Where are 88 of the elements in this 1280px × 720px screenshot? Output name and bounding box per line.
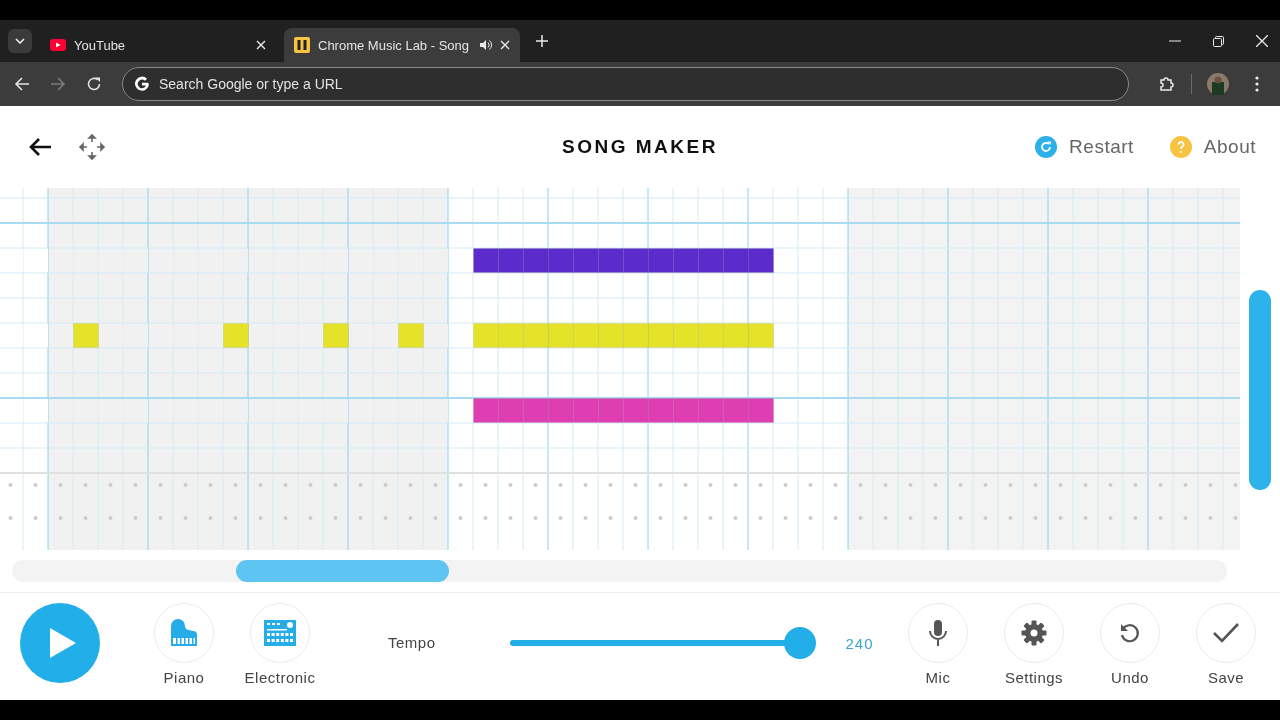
forward-arrow-icon [50,76,66,92]
tab-title: YouTube [74,37,127,53]
note-cell[interactable] [723,323,749,348]
note-cell[interactable] [623,323,649,348]
tempo-value: 240 [845,635,874,652]
address-field[interactable]: Search Google or type a URL [122,67,1129,101]
note-cell[interactable] [748,323,774,348]
note-cell[interactable] [573,323,599,348]
browser-tab[interactable]: YouTube [40,28,276,62]
note-cell[interactable] [523,248,549,273]
note-cell[interactable] [548,323,574,348]
settings-icon [1021,620,1047,646]
close-icon[interactable] [1256,35,1268,47]
note-cell[interactable] [73,323,99,348]
note-cell[interactable] [698,398,724,423]
note-cell[interactable] [673,248,699,273]
drum-machine-icon [264,620,296,646]
note-cell[interactable] [598,398,624,423]
note-cell[interactable] [698,248,724,273]
speaker-icon[interactable] [479,39,492,51]
back-arrow-icon [14,76,30,92]
note-cell[interactable] [498,323,524,348]
horizontal-scrollbar[interactable] [12,560,1227,582]
new-tab-icon[interactable] [536,35,548,47]
note-cell[interactable] [473,323,499,348]
tool-label: Mic [925,669,951,686]
note-cell[interactable] [548,248,574,273]
g-logo-icon [134,76,150,92]
restore-icon[interactable] [1213,35,1224,47]
restart-button[interactable]: Restart [1035,136,1134,158]
puzzle-piece-icon[interactable] [1158,75,1176,93]
note-cell[interactable] [623,248,649,273]
note-cell[interactable] [573,248,599,273]
undo-icon [1118,621,1142,645]
tool-label: Settings [1004,669,1064,686]
note-cell[interactable] [673,323,699,348]
note-cell[interactable] [648,248,674,273]
note-cell[interactable] [598,248,624,273]
note-cell[interactable] [473,248,499,273]
note-cell[interactable] [698,323,724,348]
note-cell[interactable] [623,398,649,423]
note-cell[interactable] [573,398,599,423]
note-cell[interactable] [748,248,774,273]
microphone-icon [927,619,949,647]
help-icon [1169,136,1192,158]
reload-icon [86,76,102,92]
refresh-icon [1035,136,1058,158]
about-button[interactable]: About [1169,136,1256,158]
checkmark-icon [1212,622,1240,644]
note-cell[interactable] [723,398,749,423]
close-icon[interactable] [500,40,510,50]
note-cell[interactable] [223,323,249,348]
minimize-icon[interactable] [1169,40,1181,42]
note-cell[interactable] [748,398,774,423]
note-cell[interactable] [723,248,749,273]
piano-icon [169,618,199,648]
avatar-icon[interactable] [1207,73,1229,95]
tempo-label: Tempo [388,634,436,651]
note-cell[interactable] [498,398,524,423]
note-grid[interactable] [0,188,1240,550]
note-cell[interactable] [523,323,549,348]
note-cell[interactable] [673,398,699,423]
play-logo-icon [50,39,66,51]
tool-label: Electronic [244,669,316,686]
tool-label: Save [1207,669,1245,686]
note-cell[interactable] [648,398,674,423]
close-icon[interactable] [256,40,266,50]
tab-title: Chrome Music Lab - Song [318,37,470,53]
note-cell[interactable] [398,323,424,348]
play-icon [48,626,78,660]
tab-list-button[interactable] [8,29,32,53]
more-menu-icon[interactable] [1255,76,1259,92]
tool-label: Undo [1111,669,1149,686]
move-arrows-icon[interactable] [78,133,106,161]
tool-label: Piano [163,669,205,686]
note-cell[interactable] [498,248,524,273]
note-cell[interactable] [648,323,674,348]
note-cell[interactable] [473,398,499,423]
browser-tab[interactable]: Chrome Music Lab - Song [284,28,520,62]
note-cell[interactable] [323,323,349,348]
note-cell[interactable] [548,398,574,423]
slider-thumb[interactable] [783,627,816,659]
piano-keys-icon [294,37,310,53]
app-title: SONG MAKER [562,136,718,158]
note-cell[interactable] [523,398,549,423]
chevron-down-icon [15,38,25,44]
note-cell[interactable] [598,323,624,348]
back-arrow-icon[interactable] [28,137,52,157]
